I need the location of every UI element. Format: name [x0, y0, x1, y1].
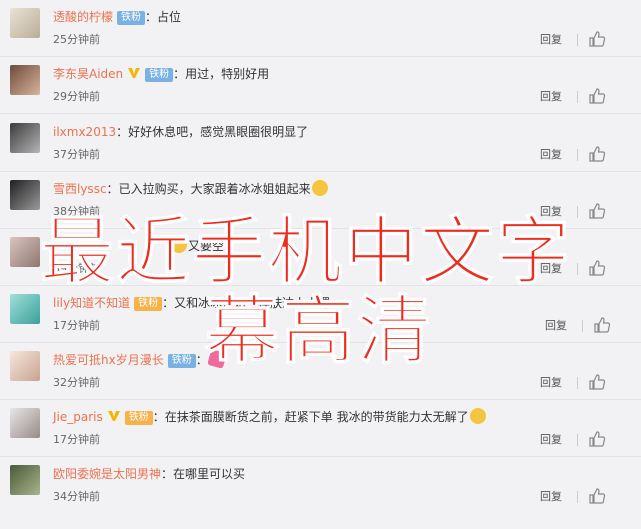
fan-badge[interactable]: 铁粉	[134, 297, 163, 311]
smile-emoji-icon	[311, 180, 328, 196]
username-link[interactable]: 欧阳委婉是太阳男神	[53, 467, 161, 481]
divider	[577, 263, 578, 275]
avatar[interactable]	[10, 8, 40, 38]
username-link[interactable]: 热爱可抵hx岁月漫长	[53, 353, 164, 367]
reply-button[interactable]: 回复	[540, 89, 562, 105]
divider	[577, 206, 578, 218]
fan-badge[interactable]: 铁粉	[145, 68, 174, 82]
wink-emoji-icon	[469, 408, 486, 424]
comment-row: 欧阳委婉是太阳男神：在哪里可以买 34分钟前 回复	[0, 457, 641, 514]
comment-row: ilxmx2013：好好休息吧，感觉黑眼圈很明显了 37分钟前 回复	[0, 115, 641, 172]
timestamp: 38分钟前	[53, 205, 100, 218]
comment-line: Jie_paris 铁粉 ：在抹茶面膜断货之前，赶紧下单 我冰的带货能力太无解了	[53, 408, 487, 426]
avatar[interactable]	[10, 65, 40, 95]
grin-emoji-icon	[171, 237, 187, 253]
like-icon[interactable]	[588, 430, 606, 448]
timestamp: 34分钟前	[53, 490, 100, 503]
reply-button[interactable]: 回复	[540, 261, 562, 277]
username-link[interactable]: ilxmx2013	[53, 125, 116, 139]
fan-badge[interactable]: 铁粉	[167, 354, 196, 368]
like-icon[interactable]	[588, 202, 606, 220]
username-link[interactable]: lily知道不知道	[53, 296, 130, 310]
like-icon[interactable]	[588, 30, 606, 48]
comment-row: Jie_paris 铁粉 ：在抹茶面膜断货之前，赶紧下单 我冰的带货能力太无解了 1…	[0, 400, 641, 457]
timestamp: 29分钟前	[53, 90, 100, 103]
like-icon[interactable]	[588, 145, 606, 163]
timestamp: 17分钟前	[53, 433, 100, 446]
comment-text: 又和冰冰姐姐一样肤达上上课	[174, 296, 331, 310]
comment-text: 在哪里可以买	[173, 467, 246, 481]
timestamp: 17分钟前	[53, 319, 100, 332]
colon: ：	[152, 410, 165, 424]
avatar[interactable]	[10, 237, 40, 267]
divider	[577, 434, 578, 446]
comment-line: 欧阳委婉是太阳男神：在哪里可以买	[53, 465, 245, 483]
like-icon[interactable]	[588, 487, 606, 505]
timestamp: 39分钟前	[53, 262, 100, 275]
divider	[577, 91, 578, 103]
avatar[interactable]	[10, 123, 40, 153]
like-icon[interactable]	[593, 316, 611, 334]
comment-text: 好好休息吧，感觉黑眼圈很明显了	[128, 125, 309, 139]
reply-button[interactable]: 回复	[545, 318, 567, 334]
username-link[interactable]: 李东昊Aiden	[53, 67, 123, 81]
avatar[interactable]	[10, 408, 40, 438]
verified-v-icon	[107, 411, 120, 421]
colon: ：	[145, 10, 158, 24]
username-link[interactable]: Jie_paris	[53, 410, 103, 424]
like-icon[interactable]	[588, 259, 606, 277]
reply-button[interactable]: 回复	[540, 489, 562, 505]
avatar[interactable]	[10, 465, 40, 495]
colon: ：	[173, 67, 186, 81]
colon: ：	[162, 296, 175, 310]
comment-line: ilxmx2013：好好休息吧，感觉黑眼圈很明显了	[53, 123, 308, 141]
comment-row: lily知道不知道 铁粉 ：又和冰冰姐姐一样肤达上上课 17分钟前 回复	[0, 286, 641, 343]
like-icon[interactable]	[588, 373, 606, 391]
comment-line: 李东昊Aiden 铁粉 ：用过，特别好用	[53, 65, 269, 83]
username-link[interactable]: 雪西lyssc	[53, 182, 107, 196]
colon: ：	[195, 353, 208, 367]
fan-badge[interactable]: 铁粉	[124, 411, 153, 425]
comment-row: 雪西lyssc：已入拉购买，大家跟着冰冰姐姐起来 38分钟前 回复	[0, 172, 641, 229]
verified-v-icon	[128, 68, 141, 78]
heart-emoji-icon	[206, 349, 227, 369]
avatar[interactable]	[10, 351, 40, 381]
comment-line: 透酸的柠檬 铁粉 ：占位	[53, 8, 181, 26]
comment-text: 又要空了	[188, 239, 237, 253]
comment-row: 又要空了 39分钟前 回复	[0, 229, 641, 286]
comment-text: 在抹茶面膜断货之前，赶紧下单 我冰的带货能力太无解了	[164, 410, 469, 424]
avatar[interactable]	[10, 180, 40, 210]
divider	[582, 320, 583, 332]
colon: ：	[116, 125, 129, 139]
comment-text: 用过，特别好用	[185, 67, 270, 81]
comment-line: lily知道不知道 铁粉 ：又和冰冰姐姐一样肤达上上课	[53, 294, 330, 312]
comment-text: 已入拉购买，大家跟着冰冰姐姐起来	[118, 182, 311, 196]
timestamp: 32分钟前	[53, 376, 100, 389]
comment-text: 占位	[157, 10, 182, 24]
comment-row: 热爱可抵hx岁月漫长 铁粉： 32分钟前 回复	[0, 343, 641, 400]
divider	[577, 491, 578, 503]
reply-button[interactable]: 回复	[540, 204, 562, 220]
comment-list: 透酸的柠檬 铁粉 ：占位 25分钟前 回复 李东昊Aiden 铁粉 ：用过，特别好用 2…	[0, 0, 641, 529]
comment-row: 李东昊Aiden 铁粉 ：用过，特别好用 29分钟前 回复	[0, 57, 641, 114]
colon: ：	[106, 182, 119, 196]
divider	[577, 149, 578, 161]
divider	[577, 34, 578, 46]
like-icon[interactable]	[588, 87, 606, 105]
username-link[interactable]: 透酸的柠檬	[53, 10, 113, 24]
fan-badge[interactable]: 铁粉	[117, 11, 146, 25]
colon: ：	[161, 467, 174, 481]
comment-line: 雪西lyssc：已入拉购买，大家跟着冰冰姐姐起来	[53, 180, 329, 198]
reply-button[interactable]: 回复	[540, 147, 562, 163]
comment-line: 又要空了	[170, 237, 236, 255]
comment-line: 热爱可抵hx岁月漫长 铁粉：	[53, 349, 227, 369]
avatar[interactable]	[10, 294, 40, 324]
reply-button[interactable]: 回复	[540, 375, 562, 391]
comment-row: 透酸的柠檬 铁粉 ：占位 25分钟前 回复	[0, 0, 641, 57]
timestamp: 25分钟前	[53, 33, 100, 46]
timestamp: 37分钟前	[53, 148, 100, 161]
reply-button[interactable]: 回复	[540, 32, 562, 48]
reply-button[interactable]: 回复	[540, 432, 562, 448]
divider	[577, 377, 578, 389]
